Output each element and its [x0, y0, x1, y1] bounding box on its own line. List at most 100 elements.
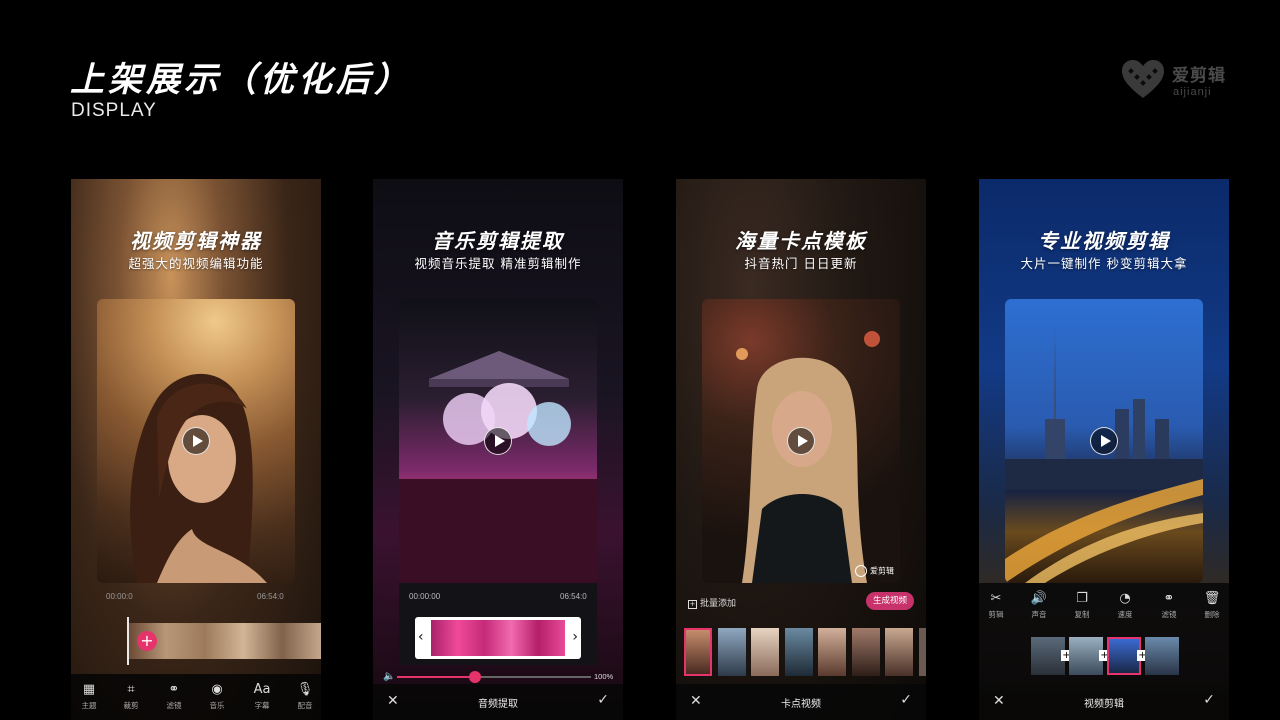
panel-heading: 视频剪辑神器 — [130, 229, 262, 253]
tool-delete[interactable]: 🗑 删除 — [1197, 591, 1227, 620]
tool-label: 删除 — [1204, 610, 1220, 619]
batch-add-label: 批量添加 — [700, 599, 737, 609]
volume-fill — [397, 676, 475, 678]
panel-subheading: 大片一键制作 秒变剪辑大拿 — [1020, 256, 1188, 271]
filter-icon: ⚭ — [1163, 591, 1175, 606]
showcase-panel-beat-templates: 海量卡点模板 抖音热门 日日更新 爱剪辑 + 批量添加 生成视频 ✕ 卡点视频 ✓ — [676, 179, 926, 720]
template-thumbnail[interactable] — [684, 628, 712, 676]
tool-copy[interactable]: ❐ 复制 — [1067, 591, 1097, 620]
bottom-bar: ✕ 音频提取 ✓ — [373, 684, 623, 720]
bottom-bar-title: 视频剪辑 — [1084, 699, 1124, 710]
music-icon: ◉ — [211, 682, 223, 697]
time-start: 00:00:00 — [409, 592, 441, 601]
brand-logo: 爱剪辑 aijianji — [1120, 58, 1240, 102]
page-subtitle: DISPLAY — [71, 100, 157, 121]
clip-thumbnail[interactable] — [1031, 637, 1065, 675]
tool-filter[interactable]: ⚭ 滤镜 — [159, 682, 189, 711]
volume-icon: 🔈 — [383, 671, 396, 682]
preview-image — [399, 299, 597, 583]
watermark-badge: 爱剪辑 — [855, 565, 894, 577]
page-title: 上架展示（优化后） — [70, 60, 412, 100]
template-thumbnail[interactable] — [718, 628, 746, 676]
logo-subtitle: aijianji — [1173, 86, 1212, 98]
confirm-check-icon[interactable]: ✓ — [1203, 692, 1215, 708]
logo-icon — [855, 565, 867, 577]
time-end: 06:54:0 — [560, 592, 587, 601]
template-thumbnail[interactable] — [818, 628, 846, 676]
confirm-check-icon[interactable]: ✓ — [597, 692, 609, 708]
preview-image — [1005, 299, 1203, 583]
tool-subtitle[interactable]: Aa 字幕 — [247, 682, 277, 711]
template-thumbnail[interactable] — [885, 628, 913, 676]
tool-voiceover[interactable]: 🎙 配音 — [290, 682, 320, 711]
tool-label: 配音 — [297, 701, 313, 710]
preview-image: 爱剪辑 — [702, 299, 900, 583]
generate-video-button[interactable]: 生成视频 — [866, 592, 914, 610]
tool-label: 剪辑 — [988, 610, 1004, 619]
bottom-bar: ✕ 视频剪辑 ✓ — [979, 684, 1229, 720]
batch-add-button[interactable]: + 批量添加 — [688, 596, 736, 609]
play-button[interactable] — [484, 427, 512, 455]
volume-slider[interactable] — [397, 671, 591, 683]
clip-thumbnail[interactable] — [1145, 637, 1179, 675]
grid-icon: ▦ — [82, 682, 96, 697]
play-button[interactable] — [787, 427, 815, 455]
volume-value: 100% — [594, 672, 614, 681]
tool-label: 滤镜 — [166, 701, 182, 710]
trash-icon: 🗑 — [1203, 591, 1221, 606]
showcase-panel-music-extract: 音乐剪辑提取 视频音乐提取 精准剪辑制作 00:00:00 06:54:0 ‹ … — [373, 179, 623, 720]
template-thumbnail[interactable] — [919, 628, 926, 676]
preview-image — [97, 299, 295, 583]
crop-icon: ⌗ — [127, 682, 135, 697]
time-end: 06:54:0 — [257, 592, 284, 601]
tool-label: 滤镜 — [1161, 610, 1177, 619]
tool-cut[interactable]: ✂ 剪辑 — [981, 591, 1011, 620]
panel-subheading: 抖音热门 日日更新 — [744, 256, 858, 271]
tool-filter[interactable]: ⚭ 滤镜 — [1154, 591, 1184, 620]
template-thumbnail[interactable] — [852, 628, 880, 676]
template-thumbnail[interactable] — [785, 628, 813, 676]
trim-handle-left[interactable]: ‹ — [418, 629, 424, 645]
bottom-bar-title: 卡点视频 — [781, 699, 821, 710]
microphone-icon: 🎙 — [296, 682, 314, 697]
bottom-bar-title: 音频提取 — [478, 699, 518, 710]
text-icon: Aa — [253, 682, 271, 697]
panel-subheading: 超强大的视频编辑功能 — [128, 256, 264, 271]
showcase-panel-video-editor: 视频剪辑神器 超强大的视频编辑功能 00:00:0 06:54:0 + ▦ 主题… — [71, 179, 321, 720]
clip-strip: + + + — [1031, 637, 1181, 675]
time-start: 00:00:0 — [106, 592, 133, 601]
bottom-bar: ✕ 卡点视频 ✓ — [676, 684, 926, 720]
panel-heading: 海量卡点模板 — [735, 229, 867, 253]
panel-heading: 专业视频剪辑 — [1038, 229, 1170, 253]
add-clip-button[interactable]: + — [137, 631, 157, 651]
audio-waveform[interactable]: ‹ › — [415, 617, 581, 659]
tool-crop[interactable]: ⌗ 裁剪 — [116, 682, 146, 711]
panel-subheading: 视频音乐提取 精准剪辑制作 — [414, 256, 582, 271]
add-square-icon: + — [688, 600, 697, 609]
template-thumbnails — [684, 628, 926, 676]
playhead[interactable] — [127, 617, 129, 665]
volume-knob[interactable] — [468, 671, 481, 683]
trim-handle-right[interactable]: › — [572, 629, 578, 645]
confirm-check-icon[interactable]: ✓ — [900, 692, 912, 708]
tool-sound[interactable]: 🔊 声音 — [1024, 591, 1054, 620]
tool-label: 音乐 — [209, 701, 225, 710]
panel-heading: 音乐剪辑提取 — [432, 229, 564, 253]
tool-music[interactable]: ◉ 音乐 — [202, 682, 232, 711]
template-thumbnail[interactable] — [751, 628, 779, 676]
tool-speed[interactable]: ◔ 速度 — [1110, 591, 1140, 620]
copy-icon: ❐ — [1076, 591, 1088, 606]
clip-thumbnail-selected[interactable] — [1107, 637, 1141, 675]
speaker-icon: 🔊 — [1030, 591, 1048, 606]
logo-name: 爱剪辑 — [1172, 66, 1226, 86]
play-button[interactable] — [182, 427, 210, 455]
clip-thumbnail[interactable] — [1069, 637, 1103, 675]
heart-film-logo-icon — [1122, 60, 1164, 98]
tool-theme[interactable]: ▦ 主题 — [74, 682, 104, 711]
filter-icon: ⚭ — [168, 682, 180, 697]
play-button[interactable] — [1090, 427, 1118, 455]
scissors-icon: ✂ — [990, 591, 1002, 606]
tool-bar: ▦ 主题 ⌗ 裁剪 ⚭ 滤镜 ◉ 音乐 Aa 字幕 🎙 配音 — [71, 674, 321, 720]
speed-icon: ◔ — [1119, 591, 1131, 606]
tool-label: 裁剪 — [123, 701, 139, 710]
